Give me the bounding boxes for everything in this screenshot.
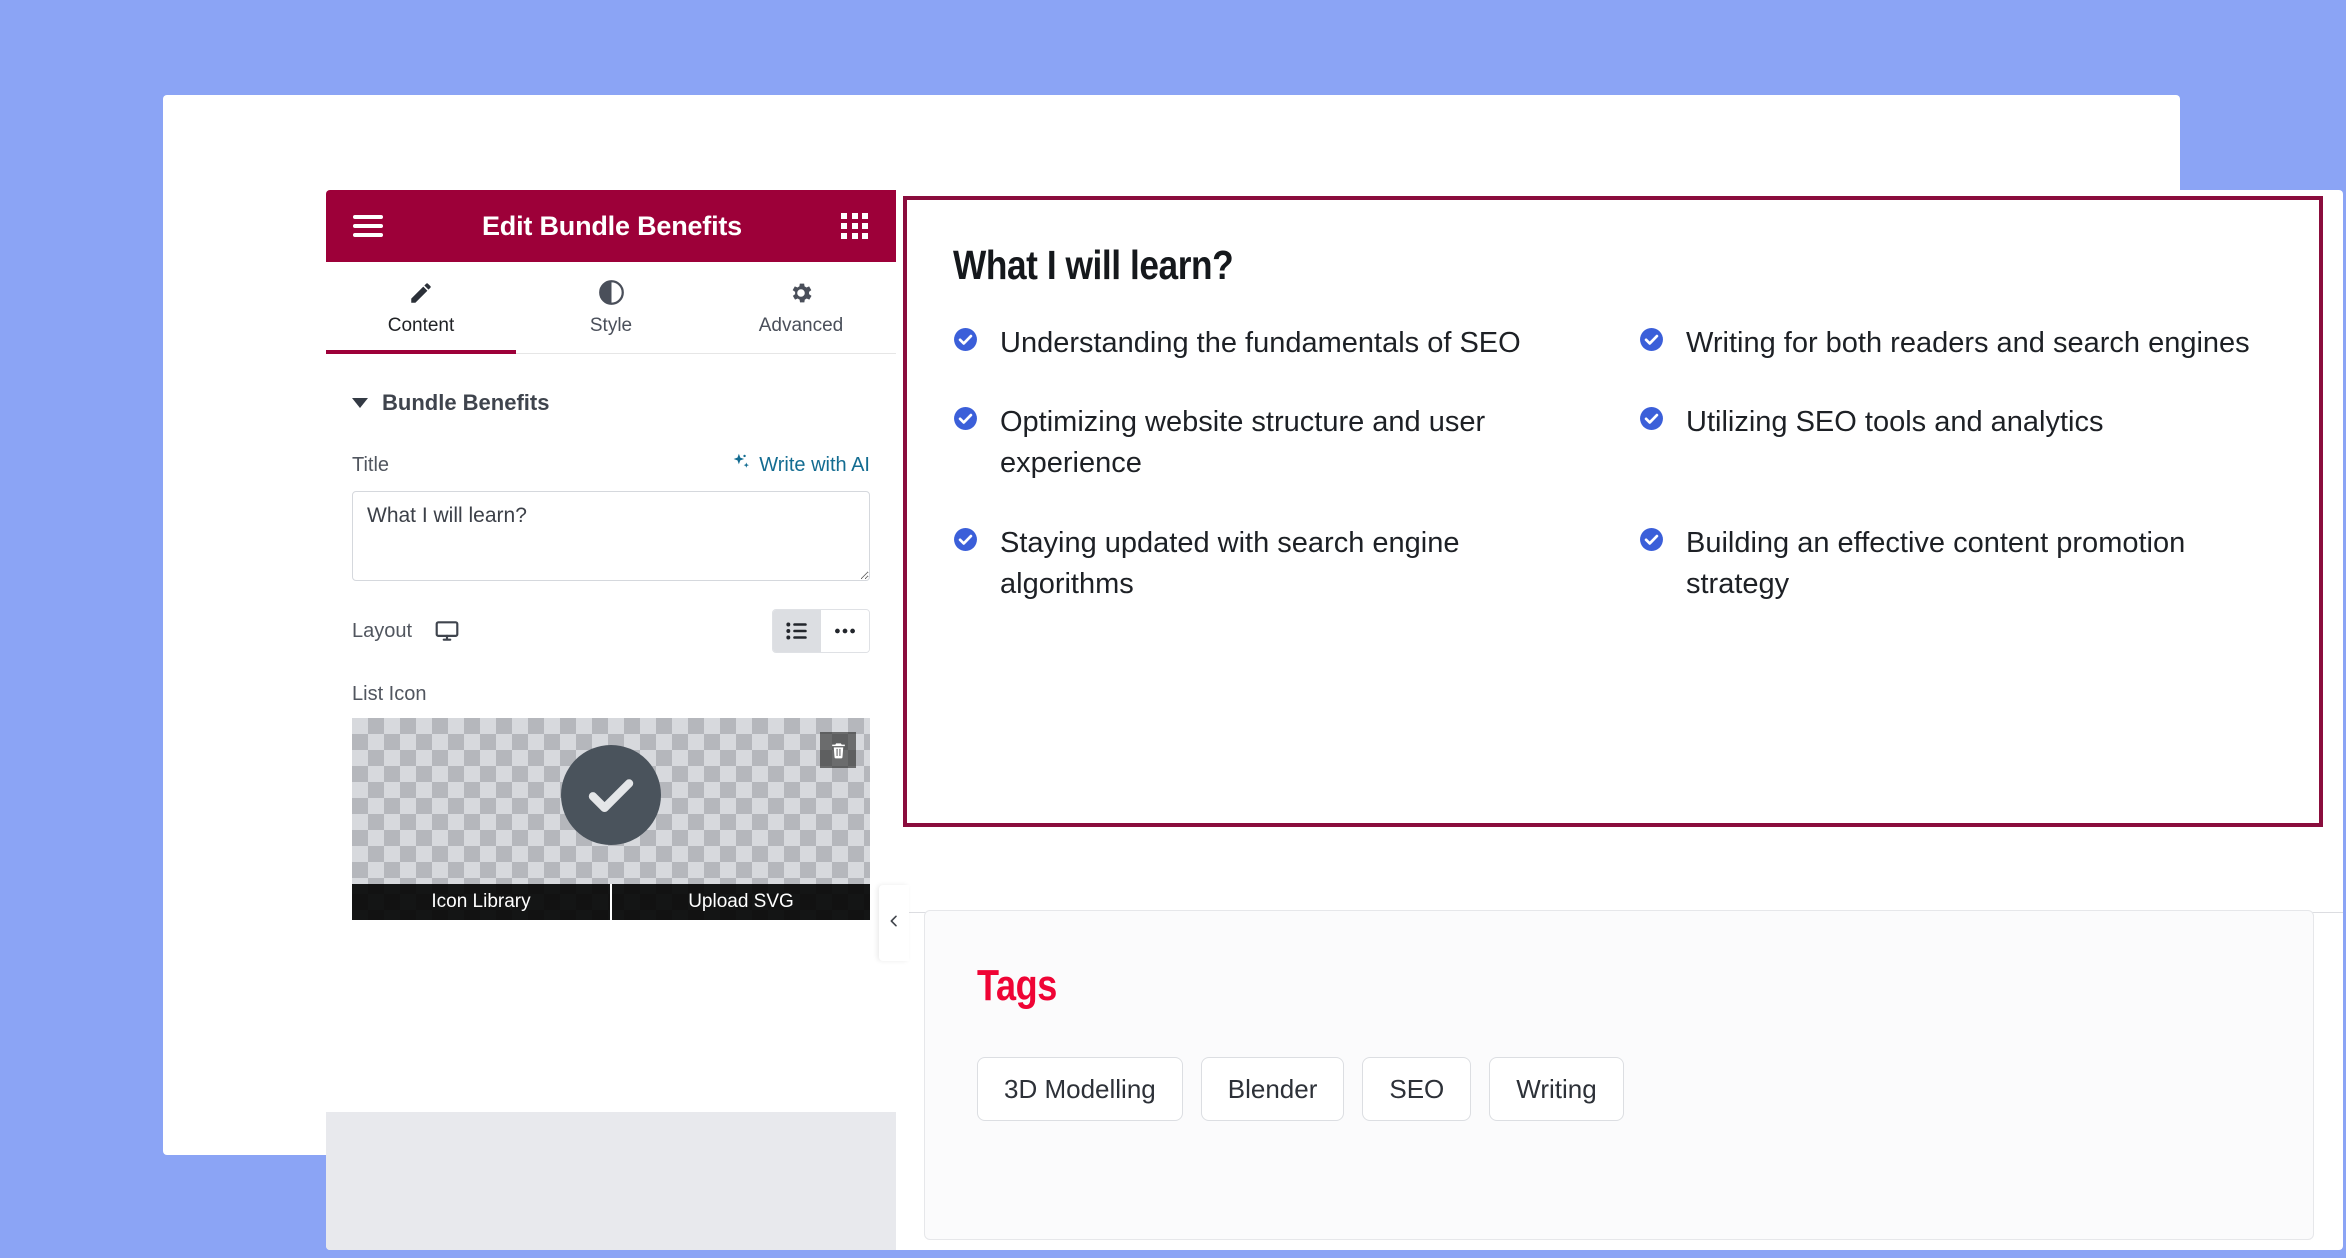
desktop-monitor-icon[interactable] bbox=[434, 618, 460, 644]
list-item-label: Building an effective content promotion … bbox=[1686, 526, 2186, 600]
panel-body: Bundle Benefits Title Write with AI What… bbox=[326, 354, 896, 969]
tags-widget[interactable]: Tags 3D Modelling Blender SEO Writing bbox=[924, 910, 2314, 1240]
list-item: Optimizing website structure and user ex… bbox=[953, 402, 1587, 484]
bundle-benefits-widget[interactable]: What I will learn? Understanding the fun… bbox=[903, 196, 2323, 827]
tab-style-label: Style bbox=[589, 315, 633, 336]
list-icon-label: List Icon bbox=[352, 683, 427, 705]
contrast-icon bbox=[516, 278, 706, 308]
tags-list: 3D Modelling Blender SEO Writing bbox=[977, 1057, 2261, 1121]
layout-option-more[interactable] bbox=[821, 610, 869, 652]
panel-header: Edit Bundle Benefits bbox=[326, 190, 896, 262]
write-with-ai-button[interactable]: Write with AI bbox=[731, 452, 870, 479]
panel-collapse-handle[interactable] bbox=[879, 885, 909, 961]
section-bundle-benefits[interactable]: Bundle Benefits bbox=[352, 354, 870, 416]
editor-canvas: Edit Bundle Benefits Content Style Advan… bbox=[163, 95, 2343, 1250]
preview-area: What I will learn? Understanding the fun… bbox=[879, 190, 2343, 1250]
hamburger-icon[interactable] bbox=[353, 215, 383, 237]
tab-style[interactable]: Style bbox=[516, 262, 706, 353]
list-item: Staying updated with search engine algor… bbox=[953, 523, 1587, 605]
check-circle-icon bbox=[1639, 406, 1664, 436]
layout-field-row: Layout bbox=[352, 609, 870, 653]
list-item: Building an effective content promotion … bbox=[1639, 523, 2273, 605]
tab-advanced[interactable]: Advanced bbox=[706, 262, 896, 353]
list-item-label: Understanding the fundamentals of SEO bbox=[1000, 327, 1521, 359]
pencil-icon bbox=[326, 278, 516, 308]
panel-tabs: Content Style Advanced bbox=[326, 262, 896, 354]
list-item: Utilizing SEO tools and analytics bbox=[1639, 402, 2273, 484]
panel-title: Edit Bundle Benefits bbox=[481, 210, 742, 241]
check-circle-icon bbox=[1639, 527, 1664, 557]
benefits-heading: What I will learn? bbox=[953, 242, 1234, 288]
media-action-bar: Icon Library Upload SVG bbox=[352, 884, 870, 920]
check-circle-icon bbox=[953, 406, 978, 436]
upload-svg-button[interactable]: Upload SVG bbox=[610, 884, 870, 920]
gear-icon bbox=[706, 278, 896, 308]
check-circle-icon bbox=[1639, 327, 1664, 357]
benefits-list: Understanding the fundamentals of SEO Wr… bbox=[953, 323, 2273, 605]
icon-library-button[interactable]: Icon Library bbox=[352, 884, 610, 920]
check-circle-icon bbox=[561, 744, 661, 845]
tag-chip[interactable]: Blender bbox=[1200, 1057, 1345, 1121]
tag-chip[interactable]: 3D Modelling bbox=[977, 1057, 1183, 1121]
tag-chip[interactable]: SEO bbox=[1362, 1057, 1472, 1121]
sparkle-icon bbox=[731, 452, 752, 479]
chevron-down-icon bbox=[352, 398, 368, 408]
title-field-row: Title Write with AI bbox=[352, 452, 870, 479]
write-with-ai-label: Write with AI bbox=[759, 454, 870, 476]
title-label: Title bbox=[352, 454, 390, 476]
layout-label: Layout bbox=[352, 619, 413, 642]
chevron-left-icon bbox=[886, 913, 902, 934]
tags-heading: Tags bbox=[977, 961, 1057, 1010]
list-item: Writing for both readers and search engi… bbox=[1639, 323, 2273, 364]
section-label: Bundle Benefits bbox=[382, 390, 550, 415]
tag-chip[interactable]: Writing bbox=[1489, 1057, 1624, 1121]
list-item-label: Optimizing website structure and user ex… bbox=[1000, 406, 1486, 480]
list-icon-media-preview[interactable]: Icon Library Upload SVG bbox=[352, 718, 870, 920]
list-item-label: Writing for both readers and search engi… bbox=[1686, 327, 2250, 359]
title-input[interactable] bbox=[352, 491, 870, 581]
check-circle-icon bbox=[953, 327, 978, 357]
panel-footer bbox=[326, 1112, 896, 1250]
tab-content-label: Content bbox=[387, 315, 455, 336]
layout-toggle-group bbox=[772, 609, 870, 653]
trash-icon[interactable] bbox=[820, 732, 856, 768]
layout-option-list[interactable] bbox=[773, 610, 821, 652]
list-item-label: Staying updated with search engine algor… bbox=[1000, 526, 1460, 600]
tab-content[interactable]: Content bbox=[326, 262, 516, 354]
widget-settings-panel: Edit Bundle Benefits Content Style Advan… bbox=[326, 190, 896, 1250]
tab-advanced-label: Advanced bbox=[758, 315, 844, 336]
list-item: Understanding the fundamentals of SEO bbox=[953, 323, 1587, 364]
grid-apps-icon[interactable] bbox=[841, 213, 869, 239]
check-circle-icon bbox=[953, 527, 978, 557]
list-item-label: Utilizing SEO tools and analytics bbox=[1686, 406, 2104, 439]
